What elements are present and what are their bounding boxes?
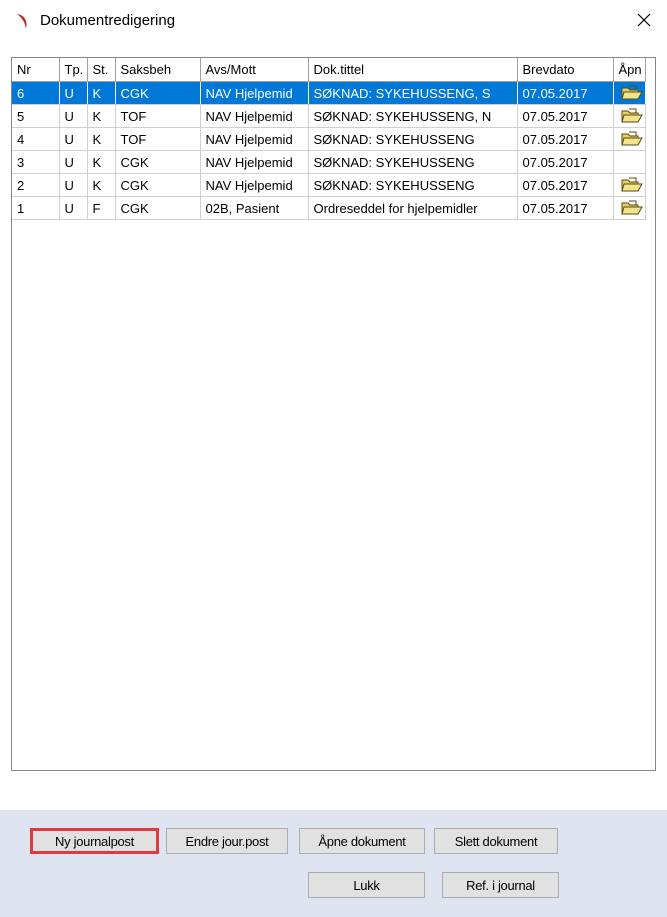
cell-type: U xyxy=(59,150,88,174)
cell-avs-mott: 02B, Pasient xyxy=(200,196,309,220)
cell-nr: 1 xyxy=(12,196,60,220)
window-title: Dokumentredigering xyxy=(40,12,176,29)
cell-avs-mott: NAV Hjelpemid xyxy=(200,173,309,197)
cell-avs-mott: NAV Hjelpemid xyxy=(200,104,309,128)
cell-date: 07.05.2017 xyxy=(517,104,614,128)
cell-title: SØKNAD: SYKEHUSSENG xyxy=(308,150,518,174)
close-icon xyxy=(637,13,651,27)
cell-saksbeh: CGK xyxy=(115,150,201,174)
cell-status: K xyxy=(87,127,116,151)
column-header-open[interactable]: Åpn xyxy=(613,58,646,82)
cell-title: Ordreseddel for hjelpemidler xyxy=(308,196,518,220)
column-header-avs-mott[interactable]: Avs/Mott xyxy=(200,58,309,82)
cell-title: SØKNAD: SYKEHUSSENG, N xyxy=(308,104,518,128)
table-row[interactable]: 6 U K CGK NAV Hjelpemid SØKNAD: SYKEHUSSENG, … xyxy=(12,81,646,105)
cell-saksbeh: CGK xyxy=(115,196,201,220)
table-row[interactable]: 2 U K CGK NAV Hjelpemid SØKNAD: SYKEHUSSENG 07… xyxy=(12,173,646,197)
title-bar: Dokumentredigering xyxy=(0,0,667,40)
table-row[interactable]: 5 U K TOF NAV Hjelpemid SØKNAD: SYKEHUSSENG, … xyxy=(12,104,646,128)
table-row[interactable]: 1 U F CGK 02B, Pasient Ordreseddel for hjelpe… xyxy=(12,196,646,220)
cell-type: U xyxy=(59,81,88,105)
cell-avs-mott: NAV Hjelpemid xyxy=(200,150,309,174)
cell-title: SØKNAD: SYKEHUSSENG xyxy=(308,173,518,197)
ref-in-journal-button[interactable]: Ref. i journal xyxy=(442,872,559,898)
cell-saksbeh: TOF xyxy=(115,104,201,128)
cell-status: K xyxy=(87,104,116,128)
column-header-date[interactable]: Brevdato xyxy=(517,58,614,82)
cell-saksbeh: CGK xyxy=(115,173,201,197)
open-folder-icon xyxy=(620,108,643,123)
app-logo-icon xyxy=(17,14,27,29)
cell-nr: 6 xyxy=(12,81,60,105)
column-header-saksbeh[interactable]: Saksbeh xyxy=(115,58,201,82)
column-header-title[interactable]: Dok.tittel xyxy=(308,58,518,82)
cell-saksbeh: TOF xyxy=(115,127,201,151)
cell-nr: 2 xyxy=(12,173,60,197)
cell-date: 07.05.2017 xyxy=(517,150,614,174)
cell-status: K xyxy=(87,150,116,174)
cell-status: K xyxy=(87,81,116,105)
button-panel: Ny journalpost Endre jour.post Åpne doku… xyxy=(0,810,667,917)
new-journal-entry-button[interactable]: Ny journalpost xyxy=(30,828,159,854)
table-row[interactable]: 4 U K TOF NAV Hjelpemid SØKNAD: SYKEHUSSENG 07… xyxy=(12,127,646,151)
cell-nr: 4 xyxy=(12,127,60,151)
dialog-body: Nr Tp. St. Saksbeh Avs/Mott Dok.tittel B… xyxy=(0,40,667,917)
close-window-button[interactable] xyxy=(621,0,667,40)
open-folder-icon xyxy=(620,131,643,146)
cell-title: SØKNAD: SYKEHUSSENG xyxy=(308,127,518,151)
cell-date: 07.05.2017 xyxy=(517,196,614,220)
cell-open[interactable] xyxy=(613,173,646,197)
cell-open[interactable] xyxy=(613,104,646,128)
cell-nr: 3 xyxy=(12,150,60,174)
table-row[interactable]: 3 U K CGK NAV Hjelpemid SØKNAD: SYKEHUSSENG 07… xyxy=(12,150,646,174)
open-folder-icon xyxy=(620,200,643,215)
cell-date: 07.05.2017 xyxy=(517,127,614,151)
open-folder-icon xyxy=(620,177,643,192)
column-headers: Nr Tp. St. Saksbeh Avs/Mott Dok.tittel B… xyxy=(12,58,646,82)
delete-document-button[interactable]: Slett dokument xyxy=(434,828,558,854)
cell-status: K xyxy=(87,173,116,197)
edit-journal-entry-button[interactable]: Endre jour.post xyxy=(166,828,288,854)
open-folder-icon xyxy=(620,85,643,100)
cell-nr: 5 xyxy=(12,104,60,128)
open-document-button[interactable]: Åpne dokument xyxy=(299,828,425,854)
document-list[interactable]: Nr Tp. St. Saksbeh Avs/Mott Dok.tittel B… xyxy=(11,57,656,771)
cell-type: U xyxy=(59,127,88,151)
cell-status: F xyxy=(87,196,116,220)
cell-avs-mott: NAV Hjelpemid xyxy=(200,81,309,105)
document-table: Nr Tp. St. Saksbeh Avs/Mott Dok.tittel B… xyxy=(12,58,646,220)
column-header-type[interactable]: Tp. xyxy=(59,58,88,82)
cell-open[interactable] xyxy=(613,127,646,151)
cell-date: 07.05.2017 xyxy=(517,81,614,105)
cell-saksbeh: CGK xyxy=(115,81,201,105)
cell-open xyxy=(613,150,646,174)
cell-type: U xyxy=(59,173,88,197)
column-header-status[interactable]: St. xyxy=(87,58,116,82)
cell-open[interactable] xyxy=(613,196,646,220)
column-header-nr[interactable]: Nr xyxy=(12,58,60,82)
close-button[interactable]: Lukk xyxy=(308,872,425,898)
cell-date: 07.05.2017 xyxy=(517,173,614,197)
cell-open[interactable] xyxy=(613,81,646,105)
cell-type: U xyxy=(59,104,88,128)
cell-type: U xyxy=(59,196,88,220)
cell-title: SØKNAD: SYKEHUSSENG, S xyxy=(308,81,518,105)
cell-avs-mott: NAV Hjelpemid xyxy=(200,127,309,151)
